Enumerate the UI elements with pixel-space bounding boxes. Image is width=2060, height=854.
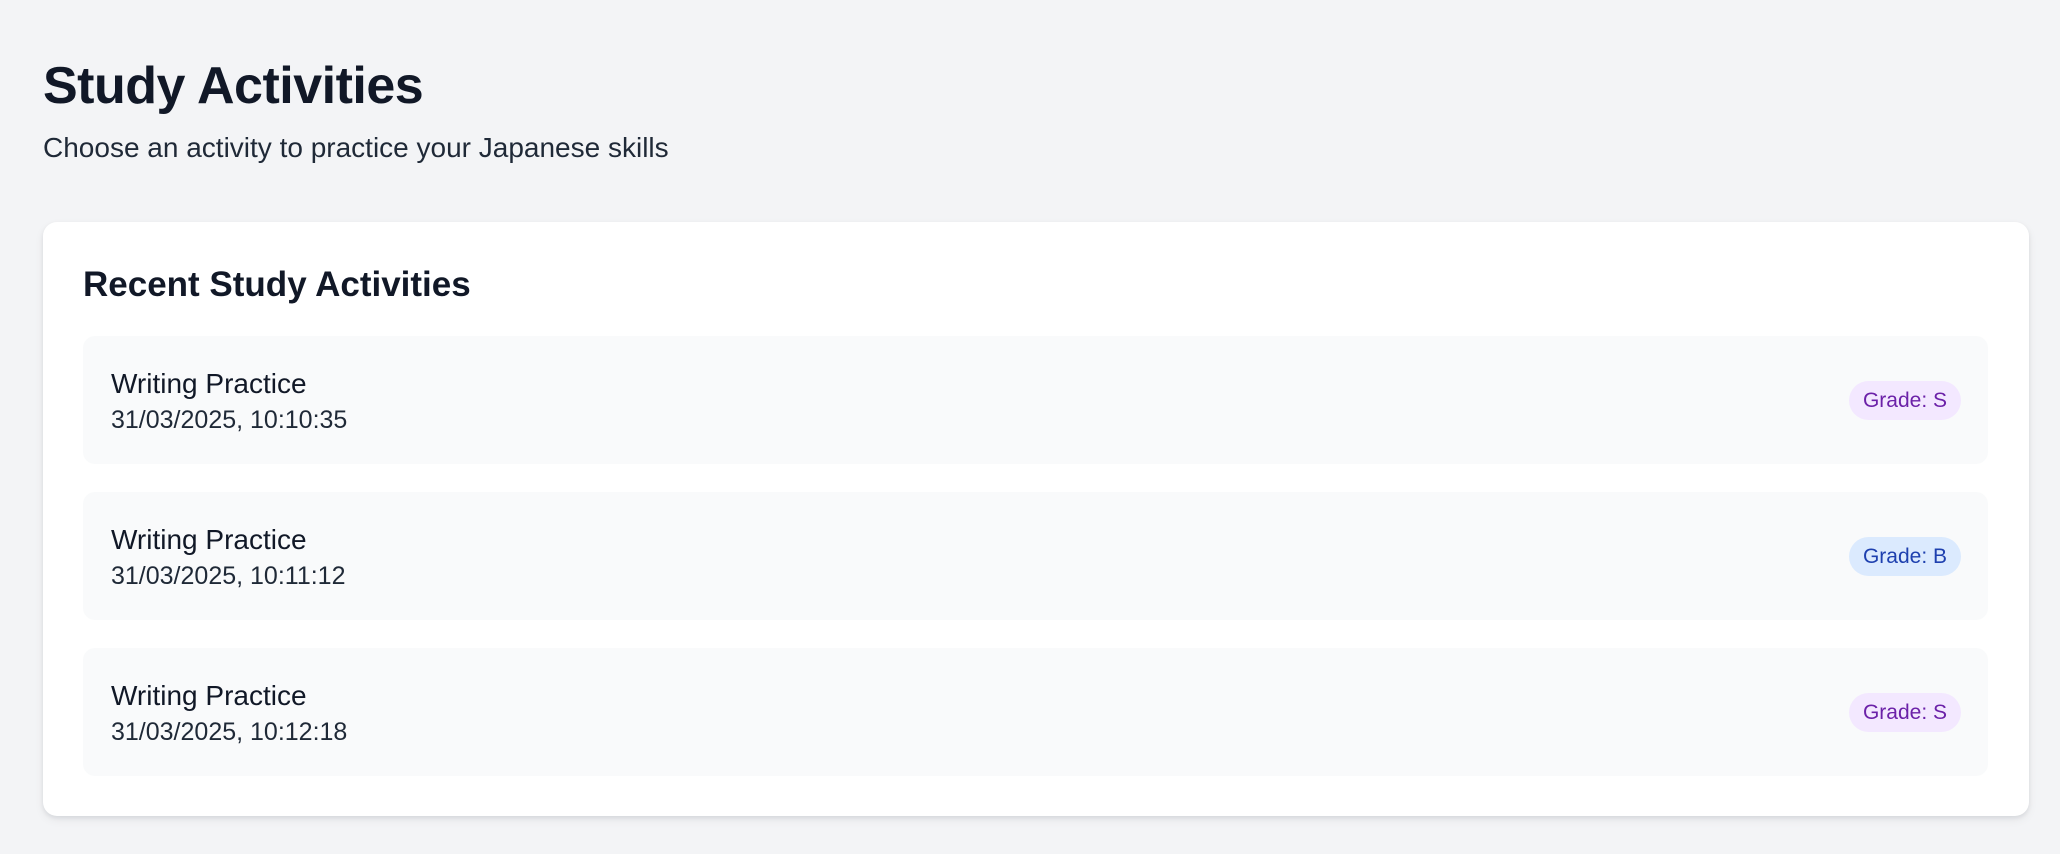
activity-info: Writing Practice 31/03/2025, 10:10:35 — [111, 366, 347, 437]
activity-timestamp: 31/03/2025, 10:12:18 — [111, 718, 348, 746]
page-title: Study Activities — [43, 57, 424, 115]
activity-item[interactable]: Writing Practice 31/03/2025, 10:12:18 Gr… — [83, 648, 1988, 776]
grade-badge: Grade: S — [1848, 381, 1961, 420]
page-subtitle: Choose an activity to practice your Japa… — [43, 132, 669, 163]
activity-timestamp: 31/03/2025, 10:11:12 — [111, 562, 346, 590]
grade-badge: Grade: B — [1848, 537, 1961, 576]
activity-info: Writing Practice 31/03/2025, 10:11:12 — [111, 522, 345, 593]
recent-activities-card: Recent Study Activities Writing Practice… — [43, 222, 2029, 816]
activity-name: Writing Practice — [111, 524, 307, 555]
activity-name: Writing Practice — [111, 680, 307, 711]
activity-info: Writing Practice 31/03/2025, 10:12:18 — [111, 678, 347, 749]
grade-badge: Grade: S — [1848, 693, 1961, 732]
recent-activities-list: Writing Practice 31/03/2025, 10:10:35 Gr… — [83, 336, 1988, 776]
activity-name: Writing Practice — [111, 368, 307, 399]
recent-activities-title: Recent Study Activities — [83, 265, 471, 304]
activity-item[interactable]: Writing Practice 31/03/2025, 10:11:12 Gr… — [83, 492, 1988, 620]
activity-timestamp: 31/03/2025, 10:10:35 — [111, 406, 348, 434]
activity-item[interactable]: Writing Practice 31/03/2025, 10:10:35 Gr… — [83, 336, 1988, 464]
